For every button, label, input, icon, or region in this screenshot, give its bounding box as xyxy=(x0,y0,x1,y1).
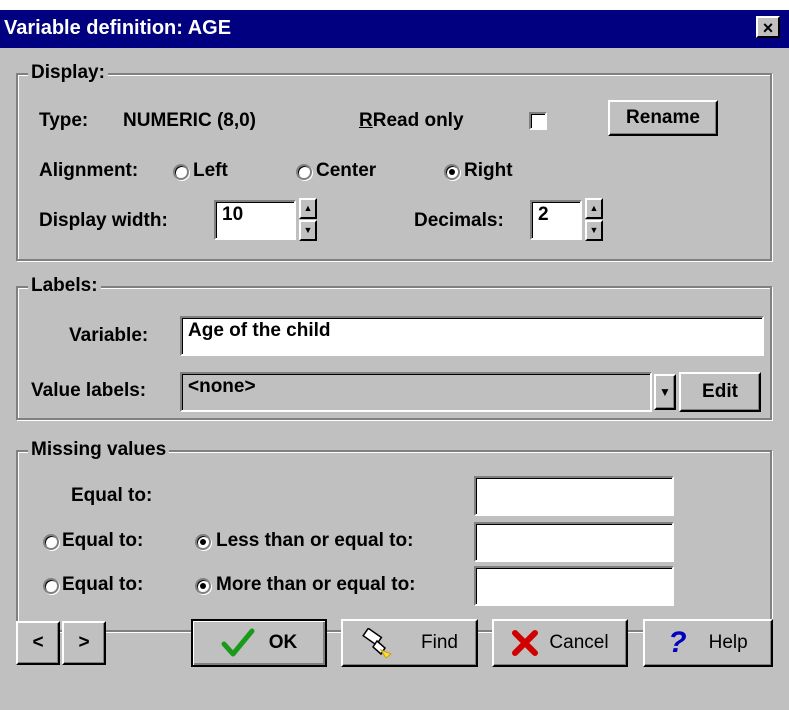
more-than-label[interactable]: More than or equal to: xyxy=(216,574,416,596)
ok-button[interactable]: OK xyxy=(191,619,327,667)
display-legend: Display: xyxy=(28,62,108,84)
spin-down-icon[interactable]: ▼ xyxy=(585,220,603,241)
edit-button-label: Edit xyxy=(702,381,738,402)
align-right-label[interactable]: Right xyxy=(464,160,513,182)
read-only-label-text: Read only xyxy=(372,110,464,131)
value-labels-label: Value labels: xyxy=(31,380,147,401)
read-only-label: RRead only xyxy=(359,110,464,131)
equal-to-label-2[interactable]: Equal to: xyxy=(62,530,143,552)
more-than-radio[interactable] xyxy=(195,578,211,594)
help-button[interactable]: ? Help xyxy=(643,619,773,667)
variable-definition-dialog: Variable definition: AGE × Display: Type… xyxy=(0,0,789,710)
read-only-checkbox[interactable] xyxy=(529,112,547,130)
ok-button-label: OK xyxy=(268,632,298,653)
decimals-spinner[interactable]: ▲ ▼ xyxy=(585,198,603,242)
previous-icon: < xyxy=(32,632,44,653)
decimals-input[interactable]: 2 xyxy=(530,200,582,240)
checkmark-icon xyxy=(221,628,255,657)
alignment-label: Alignment: xyxy=(39,160,139,181)
previous-button[interactable]: < xyxy=(16,621,60,665)
spin-down-icon[interactable]: ▼ xyxy=(299,220,317,241)
align-center-label[interactable]: Center xyxy=(316,160,376,182)
missing-values-legend: Missing values xyxy=(28,439,170,461)
align-left-radio[interactable] xyxy=(173,164,189,180)
rename-button[interactable]: Rename xyxy=(608,100,718,136)
missing-less-input[interactable] xyxy=(474,522,674,562)
less-than-radio[interactable] xyxy=(195,534,211,550)
find-button[interactable]: Find xyxy=(341,619,478,667)
question-mark-icon: ? xyxy=(668,626,687,659)
less-than-label[interactable]: Less than or equal to: xyxy=(216,530,413,552)
dropdown-arrow-icon[interactable]: ▼ xyxy=(654,374,676,410)
help-button-label: Help xyxy=(708,632,748,653)
missing-equal-input[interactable] xyxy=(474,476,674,516)
value-labels-select[interactable]: <none> xyxy=(180,372,652,412)
spin-up-icon[interactable]: ▲ xyxy=(299,198,317,219)
type-label: Type: xyxy=(39,110,89,131)
variable-label-input[interactable]: Age of the child xyxy=(180,316,764,356)
display-width-label: Display width: xyxy=(39,210,168,231)
cancel-button-label: Cancel xyxy=(549,632,609,653)
flashlight-icon xyxy=(362,628,392,658)
variable-label: Variable: xyxy=(69,325,149,346)
next-icon: > xyxy=(78,632,90,653)
type-value: NUMERIC (8,0) xyxy=(123,110,257,131)
dialog-body: Display: Type: NUMERIC (8,0) RRead only … xyxy=(0,48,789,710)
next-button[interactable]: > xyxy=(62,621,106,665)
equal-to-radio-3[interactable] xyxy=(43,578,59,594)
decimals-label: Decimals: xyxy=(414,210,504,231)
align-left-label[interactable]: Left xyxy=(193,160,228,182)
spin-up-icon[interactable]: ▲ xyxy=(585,198,603,219)
equal-to-label-3[interactable]: Equal to: xyxy=(62,574,143,596)
title-bar[interactable]: Variable definition: AGE xyxy=(0,10,789,48)
cancel-button[interactable]: Cancel xyxy=(492,619,628,667)
align-right-radio[interactable] xyxy=(444,164,460,180)
display-width-spinner[interactable]: ▲ ▼ xyxy=(299,198,317,242)
close-button[interactable]: × xyxy=(756,16,780,38)
labels-group: Labels: Variable: Age of the child Value… xyxy=(16,275,772,420)
find-button-label: Find xyxy=(421,632,458,653)
display-width-input[interactable]: 10 xyxy=(214,200,296,240)
missing-more-input[interactable] xyxy=(474,566,674,606)
rename-button-label: Rename xyxy=(626,107,700,128)
x-icon xyxy=(512,630,539,656)
equal-to-label-1: Equal to: xyxy=(71,485,153,506)
labels-legend: Labels: xyxy=(28,275,101,297)
align-center-radio[interactable] xyxy=(296,164,312,180)
display-group: Display: Type: NUMERIC (8,0) RRead only … xyxy=(16,62,772,261)
equal-to-radio-2[interactable] xyxy=(43,534,59,550)
edit-value-labels-button[interactable]: Edit xyxy=(679,372,761,412)
window-title: Variable definition: AGE xyxy=(4,17,232,39)
missing-values-group: Missing values Equal to: Equal to: Less … xyxy=(16,439,772,632)
